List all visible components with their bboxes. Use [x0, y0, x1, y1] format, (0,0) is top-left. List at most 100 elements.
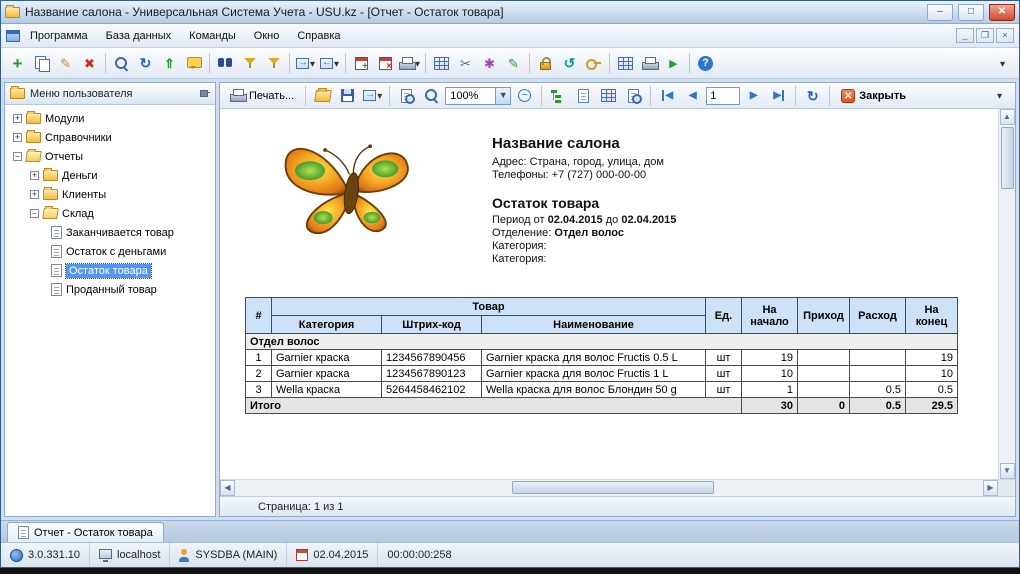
- chevron-down-icon[interactable]: ▼: [495, 87, 511, 104]
- edit-data-button[interactable]: [502, 52, 525, 75]
- expand-icon[interactable]: [30, 190, 39, 199]
- tree-item-modules[interactable]: Модули: [7, 109, 213, 128]
- expand-icon[interactable]: [13, 133, 22, 142]
- print-button[interactable]: [638, 52, 661, 75]
- pin-icon[interactable]: [199, 88, 210, 99]
- prev-page-button[interactable]: ◀: [681, 84, 704, 107]
- expand-icon[interactable]: [30, 171, 39, 180]
- next-page-button[interactable]: ▶: [742, 84, 765, 107]
- lock-button[interactable]: [534, 52, 557, 75]
- folder-icon: [43, 187, 58, 200]
- tree-item-sold-goods[interactable]: Проданный товар: [7, 280, 213, 299]
- tree-item-label: Остаток товара: [65, 262, 152, 279]
- comment-button[interactable]: [182, 52, 205, 75]
- tree-item-stock-balance[interactable]: Остаток товара: [7, 261, 213, 280]
- open-report-button[interactable]: [311, 84, 334, 107]
- add-button[interactable]: [6, 52, 29, 75]
- run-button[interactable]: [662, 52, 685, 75]
- horizontal-scroll-thumb[interactable]: [511, 481, 714, 494]
- title-bar[interactable]: Название салона - Универсальная Система …: [1, 1, 1019, 24]
- table-button[interactable]: [614, 52, 637, 75]
- collapse-icon[interactable]: [13, 152, 22, 161]
- minimize-button[interactable]: –: [927, 3, 953, 21]
- collapse-icon[interactable]: [30, 209, 39, 218]
- tree-item-clients[interactable]: Клиенты: [7, 185, 213, 204]
- tab-report-stock-balance[interactable]: Отчет - Остаток товара: [7, 522, 164, 542]
- calendar-remove-button[interactable]: [374, 52, 397, 75]
- export-button[interactable]: [294, 52, 317, 75]
- help-button[interactable]: ?: [694, 52, 717, 75]
- wizard-icon: [484, 57, 495, 70]
- scroll-down-icon[interactable]: ▼: [999, 463, 1015, 479]
- watermark-button[interactable]: [622, 84, 645, 107]
- print-report-button[interactable]: Печать...: [224, 87, 300, 104]
- menu-database[interactable]: База данных: [98, 27, 180, 45]
- horizontal-scrollbar[interactable]: [235, 480, 983, 496]
- key-button[interactable]: [582, 52, 605, 75]
- menu-commands[interactable]: Команды: [181, 27, 244, 45]
- tree-item-running-out[interactable]: Заканчивается товар: [7, 223, 213, 242]
- page-number-input[interactable]: [706, 86, 741, 105]
- scroll-up-icon[interactable]: ▲: [999, 109, 1015, 125]
- maximize-button[interactable]: □: [958, 3, 984, 21]
- report-toolbar-overflow-button[interactable]: [988, 84, 1011, 107]
- tree-item-money[interactable]: Деньги: [7, 166, 213, 185]
- sync-button[interactable]: [558, 52, 581, 75]
- zoom-in-button[interactable]: [420, 84, 443, 107]
- menu-window[interactable]: Окно: [246, 27, 288, 45]
- edit-button[interactable]: [54, 52, 77, 75]
- outline-button[interactable]: [547, 84, 570, 107]
- report-header: Название салона Адрес: Страна, город, ул…: [492, 135, 676, 266]
- toolbar-separator: [650, 85, 652, 106]
- preview-button[interactable]: [395, 84, 418, 107]
- report-preview-area: Название салона Адрес: Страна, город, ул…: [220, 109, 1015, 479]
- import-button[interactable]: [318, 52, 341, 75]
- folder-icon: [43, 168, 58, 181]
- menu-program[interactable]: Программа: [22, 27, 96, 45]
- open-folder-icon: [42, 208, 59, 219]
- scroll-right-icon[interactable]: ▶: [983, 480, 998, 496]
- delete-button[interactable]: [78, 52, 101, 75]
- navigation-tree: Модули Справочники Отчеты Деньги: [5, 105, 215, 516]
- refresh-report-button[interactable]: [801, 84, 824, 107]
- toolbar-separator: [389, 85, 391, 106]
- menu-help[interactable]: Справка: [289, 27, 348, 45]
- grid-button[interactable]: [430, 52, 453, 75]
- tree-item-warehouse[interactable]: Склад: [7, 204, 213, 223]
- page-setup-button[interactable]: [597, 84, 620, 107]
- close-report-button[interactable]: ✕ Закрыть: [835, 87, 912, 105]
- tree-item-reports[interactable]: Отчеты: [7, 147, 213, 166]
- cut-button[interactable]: [454, 52, 477, 75]
- toolbar-overflow-button[interactable]: [991, 52, 1014, 75]
- zoom-select[interactable]: 100% ▼: [445, 86, 512, 105]
- expand-icon[interactable]: [13, 114, 22, 123]
- scroll-left-icon[interactable]: ◀: [220, 480, 235, 496]
- filter-lower-button[interactable]: [262, 52, 285, 75]
- calendar-add-button[interactable]: [350, 52, 373, 75]
- export-report-button[interactable]: [361, 84, 384, 107]
- zoom-out-button[interactable]: −: [513, 84, 536, 107]
- filter-raise-button[interactable]: [238, 52, 261, 75]
- computer-icon: [99, 548, 112, 562]
- sort-button[interactable]: [158, 52, 181, 75]
- mdi-close-button[interactable]: ×: [996, 28, 1014, 43]
- print-settings-button[interactable]: [398, 52, 421, 75]
- search-button[interactable]: [110, 52, 133, 75]
- first-page-button[interactable]: ◀: [656, 84, 679, 107]
- refresh-button[interactable]: [134, 52, 157, 75]
- tree-item-stock-with-money[interactable]: Остаток с деньгами: [7, 242, 213, 261]
- last-page-button[interactable]: ▶: [767, 84, 790, 107]
- copy-button[interactable]: [30, 52, 53, 75]
- tree-item-directories[interactable]: Справочники: [7, 128, 213, 147]
- find-button[interactable]: [214, 52, 237, 75]
- mdi-restore-button[interactable]: ❒: [976, 28, 994, 43]
- close-button[interactable]: ✕: [989, 3, 1015, 21]
- vertical-scrollbar[interactable]: ▲ ▼: [998, 109, 1015, 479]
- mdi-minimize-button[interactable]: _: [956, 28, 974, 43]
- wizard-button[interactable]: [478, 52, 501, 75]
- save-report-button[interactable]: [336, 84, 359, 107]
- play-icon: [669, 56, 677, 70]
- thumbnails-button[interactable]: [572, 84, 595, 107]
- toolbar-separator: [209, 53, 210, 73]
- vertical-scroll-thumb[interactable]: [1000, 127, 1014, 189]
